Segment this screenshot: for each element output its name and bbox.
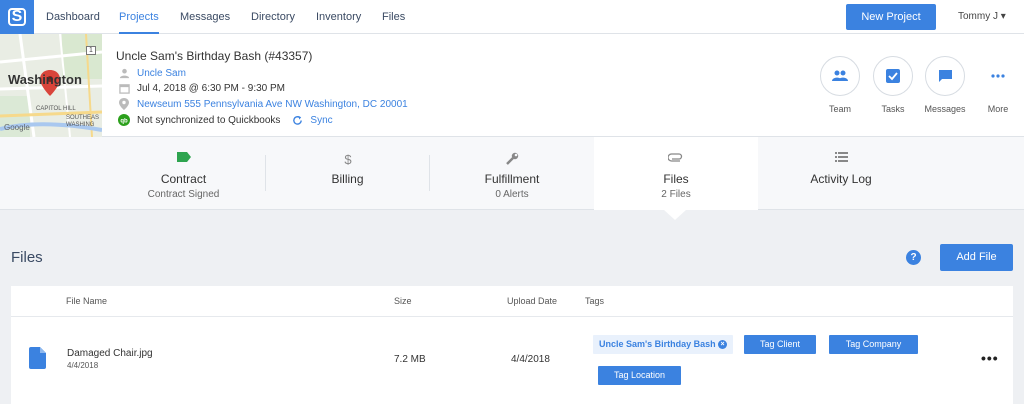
team-button[interactable]: [820, 56, 860, 96]
more-button[interactable]: [978, 56, 1018, 96]
location-row: Newseum 555 Pennsylvania Ave NW Washingt…: [118, 98, 408, 110]
quickbooks-row: qb Not synchronized to Quickbooks Sync: [118, 114, 333, 126]
add-file-button[interactable]: Add File: [940, 244, 1013, 271]
team-action[interactable]: Team: [820, 56, 860, 114]
calendar-icon: [118, 82, 130, 94]
tag-location-button[interactable]: Tag Location: [598, 366, 681, 385]
quickbooks-icon: qb: [118, 114, 130, 126]
tab-files-sub: 2 Files: [661, 189, 691, 200]
quickbooks-status: Not synchronized to Quickbooks: [137, 114, 281, 126]
tab-fulfillment[interactable]: Fulfillment 0 Alerts: [430, 137, 594, 210]
tab-files[interactable]: Files 2 Files: [594, 137, 758, 210]
date-row: Jul 4, 2018 @ 6:30 PM - 9:30 PM: [118, 82, 285, 94]
column-tags: Tags: [585, 296, 605, 306]
wrench-icon: [430, 152, 594, 166]
column-file-name[interactable]: File Name: [66, 296, 107, 306]
tag-project-label: Uncle Sam's Birthday Bash: [599, 339, 716, 349]
messages-button[interactable]: [925, 56, 965, 96]
more-icon: [991, 74, 1005, 78]
location-pin-icon: [118, 98, 130, 110]
map-label-brand: Google: [4, 123, 30, 132]
tab-billing-title: Billing: [331, 172, 364, 186]
nav-projects[interactable]: Projects: [119, 0, 159, 34]
row-more-icon[interactable]: •••: [981, 350, 999, 366]
tab-fulfillment-title: Fulfillment: [484, 172, 540, 186]
messages-action[interactable]: Messages: [924, 56, 966, 114]
svg-text:qb: qb: [120, 119, 128, 125]
map-label-road: 1: [86, 46, 96, 55]
map-label-area: SOUTHEAS WASHING: [66, 115, 100, 128]
user-menu[interactable]: Tommy J ▾: [958, 0, 1006, 34]
tag-client-button[interactable]: Tag Client: [744, 335, 816, 354]
team-icon: [832, 70, 848, 81]
messages-label: Messages: [924, 104, 966, 114]
files-table: File Name Size Upload Date Tags Damaged …: [11, 286, 1013, 404]
file-icon: [29, 347, 46, 369]
sync-icon[interactable]: [291, 114, 303, 126]
new-project-button[interactable]: New Project: [846, 4, 936, 30]
svg-text:$: $: [344, 152, 352, 166]
project-title: Uncle Sam's Birthday Bash (#43357): [116, 49, 313, 63]
tasks-button[interactable]: [873, 56, 913, 96]
dollar-icon: $: [266, 152, 429, 166]
nav-dashboard[interactable]: Dashboard: [46, 0, 100, 34]
map-label-district: CAPITOL HILL: [36, 106, 76, 112]
logo-mark: S: [8, 8, 26, 26]
map-label-city: Washington: [8, 72, 82, 87]
list-icon: [759, 152, 923, 166]
tag-project: Uncle Sam's Birthday Bash ×: [593, 335, 733, 354]
files-heading: Files: [11, 249, 43, 266]
nav-inventory[interactable]: Inventory: [316, 0, 361, 34]
tasks-icon: [886, 69, 900, 83]
tab-billing[interactable]: $ Billing: [266, 137, 429, 210]
tab-contract-sub: Contract Signed: [147, 189, 220, 200]
tasks-label: Tasks: [881, 104, 905, 114]
file-date: 4/4/2018: [67, 361, 99, 370]
file-size: 7.2 MB: [394, 354, 426, 365]
column-upload-date[interactable]: Upload Date: [507, 296, 557, 306]
nav-directory[interactable]: Directory: [251, 0, 295, 34]
top-nav: S Dashboard Projects Messages Directory …: [0, 0, 1024, 34]
client-link[interactable]: Uncle Sam: [137, 68, 186, 79]
more-action[interactable]: More: [978, 56, 1018, 114]
tab-activity-title: Activity Log: [810, 172, 872, 186]
location-link[interactable]: Newseum 555 Pennsylvania Ave NW Washingt…: [137, 99, 408, 110]
remove-tag-icon[interactable]: ×: [718, 340, 727, 349]
header-divider: [11, 316, 1013, 317]
location-map[interactable]: Washington CAPITOL HILL SOUTHEAS WASHING…: [0, 34, 102, 137]
more-label: More: [987, 104, 1009, 114]
event-datetime: Jul 4, 2018 @ 6:30 PM - 9:30 PM: [137, 82, 286, 94]
app-logo[interactable]: S: [0, 0, 34, 34]
client-row: Uncle Sam: [118, 67, 186, 79]
tag-icon: [102, 152, 265, 166]
person-icon: [118, 67, 130, 79]
nav-files[interactable]: Files: [382, 0, 405, 34]
nav-messages[interactable]: Messages: [180, 0, 230, 34]
messages-icon: [938, 70, 952, 82]
tab-files-title: Files: [663, 172, 689, 186]
sync-link[interactable]: Sync: [310, 115, 332, 126]
tab-fulfillment-sub: 0 Alerts: [495, 189, 529, 200]
help-icon[interactable]: ?: [906, 250, 921, 265]
tab-activity-log[interactable]: Activity Log: [759, 137, 923, 210]
paperclip-icon: [594, 152, 758, 166]
tasks-action[interactable]: Tasks: [873, 56, 913, 114]
tag-company-button[interactable]: Tag Company: [829, 335, 918, 354]
project-tabs: Contract Contract Signed $ Billing Fulfi…: [0, 137, 1024, 210]
team-label: Team: [828, 104, 851, 114]
file-name[interactable]: Damaged Chair.jpg: [67, 348, 153, 359]
tab-contract[interactable]: Contract Contract Signed: [102, 137, 265, 210]
tab-contract-title: Contract: [160, 172, 207, 186]
active-tab-pointer: [664, 210, 686, 220]
file-upload-date: 4/4/2018: [511, 354, 550, 365]
project-header: Washington CAPITOL HILL SOUTHEAS WASHING…: [0, 34, 1024, 137]
column-size[interactable]: Size: [394, 296, 412, 306]
